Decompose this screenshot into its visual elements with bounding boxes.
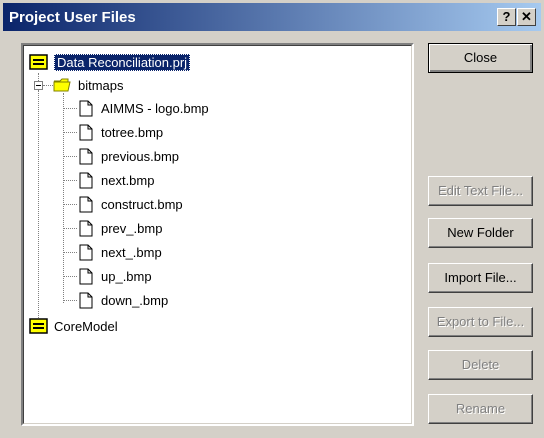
file-icon — [79, 292, 93, 308]
file-icon — [79, 196, 93, 212]
tree-item-file[interactable]: AIMMS - logo.bmp — [79, 97, 212, 119]
tree-item-folder[interactable]: bitmaps — [53, 74, 127, 96]
tree-connector — [63, 132, 77, 133]
folder-label: bitmaps — [78, 77, 124, 93]
file-label: prev_.bmp — [101, 220, 163, 236]
new-folder-button[interactable]: New Folder — [428, 218, 533, 248]
module-icon — [29, 318, 48, 334]
file-label: previous.bmp — [101, 148, 180, 164]
folder-open-icon — [53, 78, 71, 92]
window-title: Project User Files — [9, 8, 136, 26]
file-label: AIMMS - logo.bmp — [101, 100, 209, 116]
tree-item-file[interactable]: prev_.bmp — [79, 217, 165, 239]
file-icon — [79, 100, 93, 116]
tree-connector — [63, 93, 64, 303]
tree-connector — [63, 204, 77, 205]
file-label: next.bmp — [101, 172, 155, 188]
edit-text-file-button[interactable]: Edit Text File... — [428, 176, 533, 206]
export-to-file-button[interactable]: Export to File... — [428, 307, 533, 337]
rename-button[interactable]: Rename — [428, 394, 533, 424]
tree-item-file[interactable]: totree.bmp — [79, 121, 166, 143]
tree-item-project[interactable]: Data Reconciliation.prj — [29, 51, 191, 73]
file-label: next_.bmp — [101, 244, 162, 260]
tree-connector — [63, 252, 77, 253]
tree-connector — [38, 90, 39, 320]
file-label: down_.bmp — [101, 292, 169, 308]
tree-item-coremodel[interactable]: CoreModel — [29, 315, 121, 337]
file-icon — [79, 124, 93, 140]
tree-connector — [63, 300, 77, 301]
file-label: up_.bmp — [101, 268, 152, 284]
file-icon — [79, 148, 93, 164]
import-file-button[interactable]: Import File... — [428, 263, 533, 293]
tree-connector — [63, 108, 77, 109]
project-user-files-dialog: Project User Files ? ✕ Data Reconciliati… — [0, 0, 544, 438]
project-icon — [29, 54, 48, 70]
file-icon — [79, 244, 93, 260]
file-label: totree.bmp — [101, 124, 164, 140]
tree-item-file[interactable]: up_.bmp — [79, 265, 155, 287]
tree-connector — [63, 180, 77, 181]
tree-item-file[interactable]: down_.bmp — [79, 289, 171, 311]
close-button[interactable]: Close — [428, 43, 533, 73]
tree-item-file[interactable]: previous.bmp — [79, 145, 182, 167]
close-window-button[interactable]: ✕ — [517, 8, 536, 26]
tree-connector — [63, 228, 77, 229]
file-icon — [79, 172, 93, 188]
help-button[interactable]: ? — [497, 8, 516, 26]
coremodel-label: CoreModel — [54, 318, 118, 334]
tree-connector — [63, 156, 77, 157]
project-label: Data Reconciliation.prj — [54, 53, 191, 71]
file-tree[interactable]: Data Reconciliation.prj bitmaps AIMMS - … — [21, 43, 414, 426]
file-label: construct.bmp — [101, 196, 183, 212]
collapse-toggle-icon[interactable] — [34, 81, 43, 90]
file-icon — [79, 220, 93, 236]
title-bar[interactable]: Project User Files ? ✕ — [3, 3, 541, 31]
tree-item-file[interactable]: next.bmp — [79, 169, 157, 191]
tree-item-file[interactable]: next_.bmp — [79, 241, 165, 263]
delete-button[interactable]: Delete — [428, 350, 533, 380]
tree-connector — [63, 276, 77, 277]
tree-connector — [43, 85, 53, 86]
tree-item-file[interactable]: construct.bmp — [79, 193, 186, 215]
file-icon — [79, 268, 93, 284]
